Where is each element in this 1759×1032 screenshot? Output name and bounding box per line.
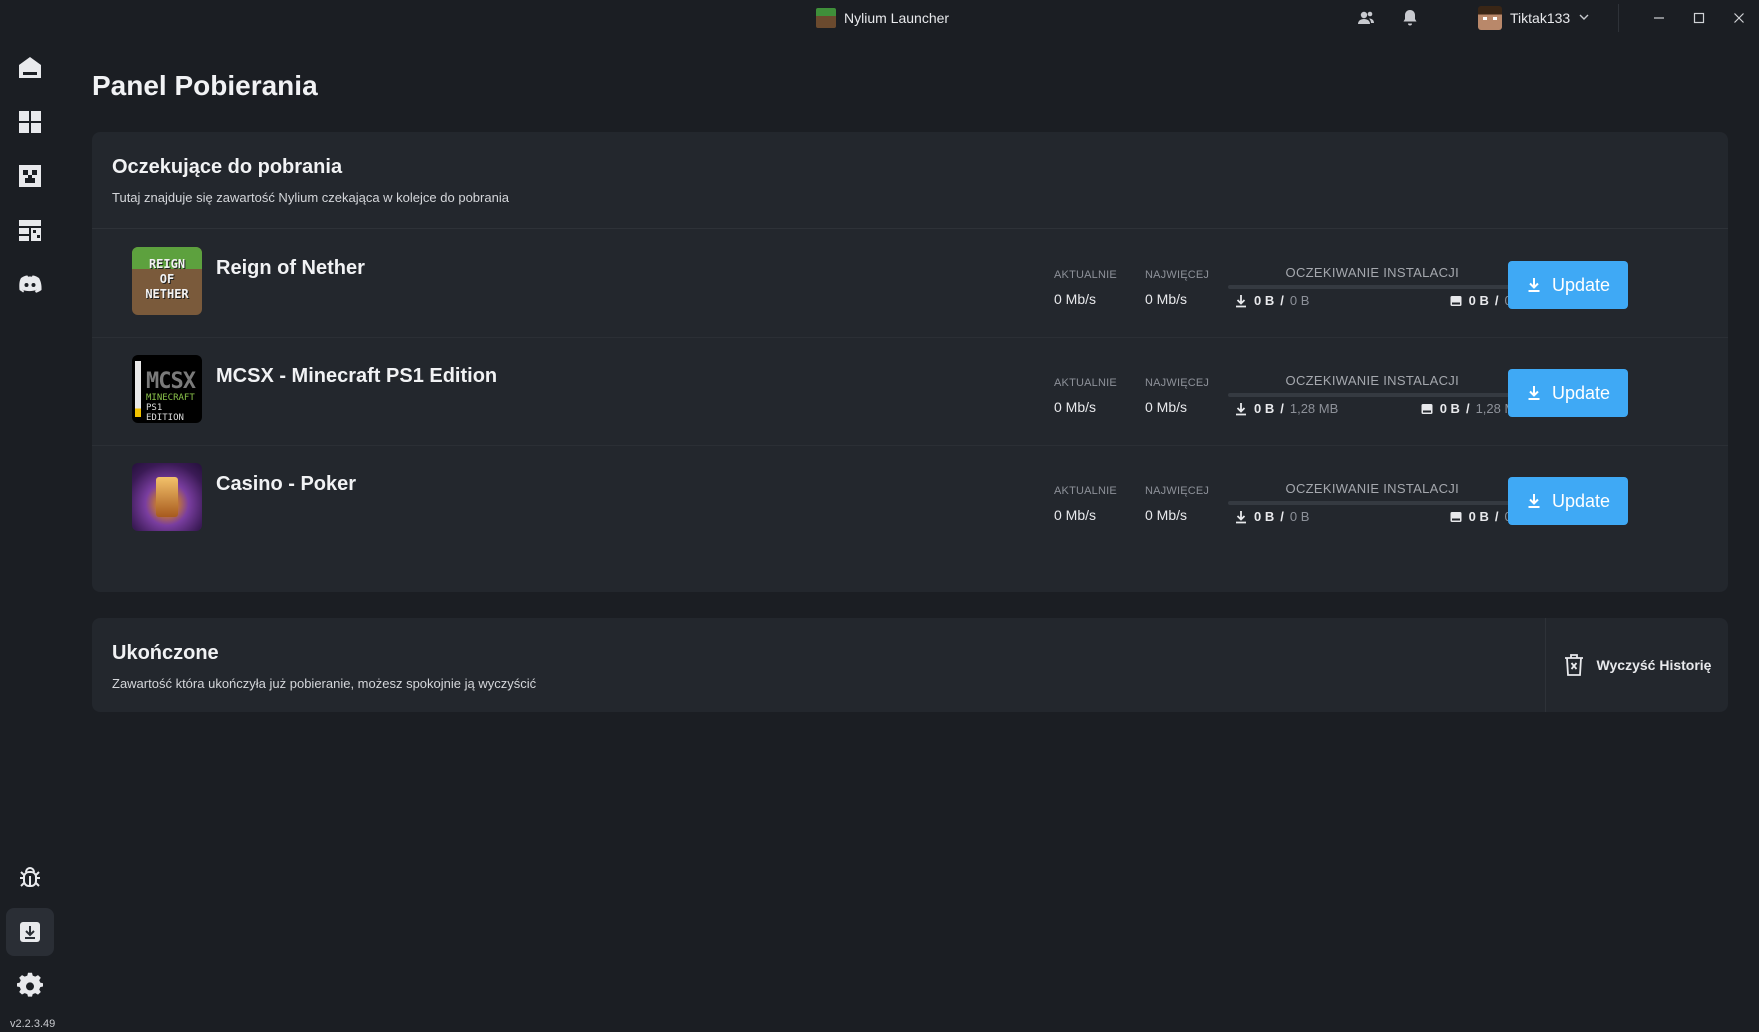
progress-bar bbox=[1228, 501, 1524, 505]
update-button[interactable]: Update bbox=[1508, 261, 1628, 309]
sidebar: v2.2.3.49 bbox=[0, 36, 60, 1032]
download-size: 0 B/1,28 MB bbox=[1234, 401, 1338, 416]
friends-icon[interactable] bbox=[1356, 8, 1376, 28]
status-text: OCZEKIWANIE INSTALACJI bbox=[1285, 481, 1459, 496]
maximize-button[interactable] bbox=[1679, 0, 1719, 36]
download-icon bbox=[20, 922, 40, 942]
sidebar-item-discord[interactable] bbox=[6, 260, 54, 308]
item-thumbnail: REIGN OF NETHER bbox=[132, 247, 202, 315]
update-button[interactable]: Update bbox=[1508, 477, 1628, 525]
item-name: Casino - Poker bbox=[216, 473, 357, 495]
item-thumbnail bbox=[132, 463, 202, 531]
max-speed-label: NAJWIĘCEJ bbox=[1145, 485, 1210, 497]
completed-panel: Ukończone Zawartość która ukończyła już … bbox=[92, 618, 1728, 712]
current-speed-value: 0 Mb/s bbox=[1054, 507, 1097, 523]
chevron-down-icon bbox=[1578, 10, 1590, 26]
current-speed-label: AKTUALNIE bbox=[1054, 269, 1117, 281]
status-text: OCZEKIWANIE INSTALACJI bbox=[1285, 373, 1459, 388]
disk-icon bbox=[1450, 511, 1462, 522]
disk-icon bbox=[1450, 295, 1462, 306]
queue-description: Tutaj znajduje się zawartość Nylium czek… bbox=[112, 190, 509, 205]
current-speed-value: 0 Mb/s bbox=[1054, 399, 1097, 415]
main-content: Panel Pobierania Oczekujące do pobrania … bbox=[60, 36, 1759, 1032]
list-item: MCSX MINECRAFT PS1 EDITION MCSX - Minecr… bbox=[92, 337, 1728, 445]
max-speed-value: 0 Mb/s bbox=[1145, 507, 1188, 523]
page-title: Panel Pobierania bbox=[92, 70, 318, 101]
progress-bar bbox=[1228, 393, 1524, 397]
download-icon bbox=[1528, 278, 1540, 292]
app-title-text: Nylium Launcher bbox=[844, 10, 950, 26]
home-icon bbox=[19, 57, 41, 78]
clear-history-button[interactable]: Wyczyść Historię bbox=[1545, 618, 1728, 712]
download-arrow-icon bbox=[1236, 510, 1246, 523]
minimize-button[interactable] bbox=[1639, 0, 1679, 36]
queue-title: Oczekujące do pobrania bbox=[112, 156, 343, 178]
sidebar-item-settings[interactable] bbox=[6, 962, 54, 1010]
sidebar-item-home[interactable] bbox=[6, 44, 54, 92]
bell-icon[interactable] bbox=[1400, 8, 1420, 28]
max-speed-label: NAJWIĘCEJ bbox=[1145, 377, 1210, 389]
minimize-icon bbox=[1654, 17, 1664, 19]
download-size: 0 B/0 B bbox=[1234, 293, 1309, 308]
completed-title: Ukończone bbox=[112, 642, 219, 664]
titlebar-divider bbox=[1618, 4, 1619, 32]
item-name: MCSX - Minecraft PS1 Edition bbox=[216, 365, 498, 387]
close-button[interactable] bbox=[1719, 0, 1759, 36]
list-item: Casino - Poker AKTUALNIE 0 Mb/s NAJWIĘCE… bbox=[92, 445, 1728, 553]
disk-icon bbox=[1421, 403, 1433, 414]
download-icon bbox=[1528, 386, 1540, 400]
maximize-icon bbox=[1693, 12, 1705, 24]
trash-icon bbox=[1564, 654, 1583, 676]
current-speed-label: AKTUALNIE bbox=[1054, 485, 1117, 497]
update-button[interactable]: Update bbox=[1508, 369, 1628, 417]
close-icon bbox=[1734, 13, 1744, 23]
sidebar-item-library[interactable] bbox=[6, 98, 54, 146]
max-speed-value: 0 Mb/s bbox=[1145, 399, 1188, 415]
username: Tiktak133 bbox=[1510, 10, 1571, 26]
max-speed-label: NAJWIĘCEJ bbox=[1145, 269, 1210, 281]
grid-icon bbox=[19, 111, 41, 133]
creeper-icon bbox=[19, 165, 41, 187]
clear-history-label: Wyczyść Historię bbox=[1596, 657, 1712, 673]
bug-icon bbox=[20, 867, 40, 887]
avatar bbox=[1478, 6, 1502, 30]
app-logo bbox=[816, 8, 836, 28]
sidebar-item-minecraft[interactable] bbox=[6, 152, 54, 200]
item-thumbnail: MCSX MINECRAFT PS1 EDITION bbox=[132, 355, 202, 423]
discord-icon bbox=[19, 275, 42, 293]
item-name: Reign of Nether bbox=[216, 257, 365, 279]
servers-icon bbox=[19, 220, 41, 241]
window-controls bbox=[1639, 0, 1759, 36]
list-item: REIGN OF NETHER Reign of Nether AKTUALNIE … bbox=[92, 229, 1728, 337]
max-speed-value: 0 Mb/s bbox=[1145, 291, 1188, 307]
app-title: Nylium Launcher bbox=[816, 8, 949, 28]
sidebar-item-downloads[interactable] bbox=[6, 908, 54, 956]
current-speed-label: AKTUALNIE bbox=[1054, 377, 1117, 389]
download-arrow-icon bbox=[1236, 402, 1246, 415]
settings-icon bbox=[17, 972, 43, 997]
completed-description: Zawartość która ukończyła już pobieranie… bbox=[112, 676, 537, 691]
download-icon bbox=[1528, 494, 1540, 508]
download-arrow-icon bbox=[1236, 294, 1246, 307]
download-size: 0 B/0 B bbox=[1234, 509, 1309, 524]
user-menu[interactable]: Tiktak133 bbox=[1478, 6, 1590, 30]
sidebar-item-servers[interactable] bbox=[6, 206, 54, 254]
title-bar: Nylium Launcher Tiktak133 bbox=[0, 0, 1759, 36]
current-speed-value: 0 Mb/s bbox=[1054, 291, 1097, 307]
progress-bar bbox=[1228, 285, 1524, 289]
sidebar-item-bug-report[interactable] bbox=[6, 854, 54, 902]
app-version: v2.2.3.49 bbox=[10, 1018, 56, 1030]
download-queue-panel: Oczekujące do pobrania Tutaj znajduje si… bbox=[92, 132, 1728, 592]
status-text: OCZEKIWANIE INSTALACJI bbox=[1285, 265, 1459, 280]
